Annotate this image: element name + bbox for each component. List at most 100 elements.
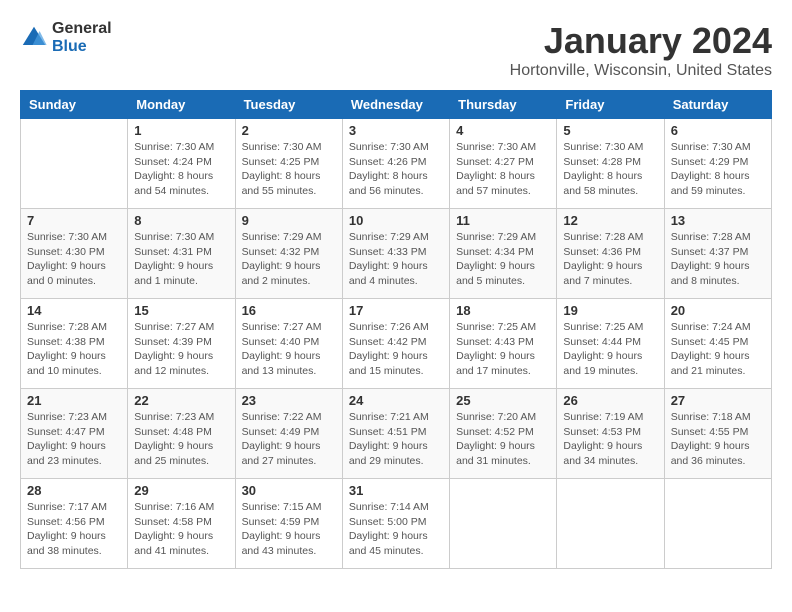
day-info: Sunrise: 7:30 AM Sunset: 4:25 PM Dayligh…: [242, 140, 336, 199]
day-number: 28: [27, 483, 121, 498]
title-area: January 2024 Hortonville, Wisconsin, Uni…: [510, 20, 772, 80]
day-number: 14: [27, 303, 121, 318]
day-number: 20: [671, 303, 765, 318]
calendar-cell: 6 Sunrise: 7:30 AM Sunset: 4:29 PM Daylig…: [664, 119, 771, 209]
day-number: 19: [563, 303, 657, 318]
day-header: Sunday: [21, 91, 128, 119]
day-number: 22: [134, 393, 228, 408]
day-number: 23: [242, 393, 336, 408]
day-info: Sunrise: 7:30 AM Sunset: 4:30 PM Dayligh…: [27, 230, 121, 289]
day-info: Sunrise: 7:15 AM Sunset: 4:59 PM Dayligh…: [242, 500, 336, 559]
day-number: 3: [349, 123, 443, 138]
day-info: Sunrise: 7:26 AM Sunset: 4:42 PM Dayligh…: [349, 320, 443, 379]
day-number: 6: [671, 123, 765, 138]
calendar-cell: 27Sunrise: 7:18 AM Sunset: 4:55 PM Dayli…: [664, 389, 771, 479]
day-info: Sunrise: 7:24 AM Sunset: 4:45 PM Dayligh…: [671, 320, 765, 379]
calendar-cell: 26 Sunrise: 7:19 AM Sunset: 4:53 PM Dayli…: [557, 389, 664, 479]
day-header: Friday: [557, 91, 664, 119]
calendar-cell: 18 Sunrise: 7:25 AM Sunset: 4:43 PM Dayli…: [450, 299, 557, 389]
day-info: Sunrise: 7:30 AM Sunset: 4:24 PM Dayligh…: [134, 140, 228, 199]
calendar-cell: 28Sunrise: 7:17 AM Sunset: 4:56 PM Dayli…: [21, 479, 128, 569]
logo: General Blue: [20, 20, 112, 56]
day-header: Monday: [128, 91, 235, 119]
calendar-cell: [450, 479, 557, 569]
calendar-cell: 29 Sunrise: 7:16 AM Sunset: 4:58 PM Dayli…: [128, 479, 235, 569]
day-number: 4: [456, 123, 550, 138]
calendar-week-row: 28Sunrise: 7:17 AM Sunset: 4:56 PM Dayli…: [21, 479, 772, 569]
calendar-table: SundayMondayTuesdayWednesdayThursdayFrid…: [20, 90, 772, 569]
calendar-cell: 22 Sunrise: 7:23 AM Sunset: 4:48 PM Dayli…: [128, 389, 235, 479]
day-info: Sunrise: 7:30 AM Sunset: 4:31 PM Dayligh…: [134, 230, 228, 289]
day-info: Sunrise: 7:25 AM Sunset: 4:43 PM Dayligh…: [456, 320, 550, 379]
day-info: Sunrise: 7:16 AM Sunset: 4:58 PM Dayligh…: [134, 500, 228, 559]
day-info: Sunrise: 7:28 AM Sunset: 4:36 PM Dayligh…: [563, 230, 657, 289]
day-number: 13: [671, 213, 765, 228]
day-number: 18: [456, 303, 550, 318]
day-info: Sunrise: 7:29 AM Sunset: 4:32 PM Dayligh…: [242, 230, 336, 289]
day-info: Sunrise: 7:23 AM Sunset: 4:47 PM Dayligh…: [27, 410, 121, 469]
day-info: Sunrise: 7:27 AM Sunset: 4:39 PM Dayligh…: [134, 320, 228, 379]
calendar-cell: 15 Sunrise: 7:27 AM Sunset: 4:39 PM Dayli…: [128, 299, 235, 389]
day-header: Thursday: [450, 91, 557, 119]
day-info: Sunrise: 7:19 AM Sunset: 4:53 PM Dayligh…: [563, 410, 657, 469]
day-info: Sunrise: 7:30 AM Sunset: 4:28 PM Dayligh…: [563, 140, 657, 199]
logo-text: General Blue: [52, 20, 112, 56]
calendar-week-row: 21Sunrise: 7:23 AM Sunset: 4:47 PM Dayli…: [21, 389, 772, 479]
location-title: Hortonville, Wisconsin, United States: [510, 62, 772, 80]
day-number: 31: [349, 483, 443, 498]
calendar-cell: 7Sunrise: 7:30 AM Sunset: 4:30 PM Daylig…: [21, 209, 128, 299]
header: General Blue January 2024 Hortonville, W…: [20, 20, 772, 80]
calendar-cell: 10 Sunrise: 7:29 AM Sunset: 4:33 PM Dayli…: [342, 209, 449, 299]
day-info: Sunrise: 7:28 AM Sunset: 4:38 PM Dayligh…: [27, 320, 121, 379]
calendar-cell: 9 Sunrise: 7:29 AM Sunset: 4:32 PM Daylig…: [235, 209, 342, 299]
calendar-cell: 31 Sunrise: 7:14 AM Sunset: 5:00 PM Dayli…: [342, 479, 449, 569]
day-info: Sunrise: 7:14 AM Sunset: 5:00 PM Dayligh…: [349, 500, 443, 559]
day-info: Sunrise: 7:23 AM Sunset: 4:48 PM Dayligh…: [134, 410, 228, 469]
calendar-cell: [557, 479, 664, 569]
day-number: 15: [134, 303, 228, 318]
day-number: 10: [349, 213, 443, 228]
day-number: 9: [242, 213, 336, 228]
month-title: January 2024: [510, 20, 772, 62]
day-number: 5: [563, 123, 657, 138]
day-info: Sunrise: 7:29 AM Sunset: 4:33 PM Dayligh…: [349, 230, 443, 289]
day-info: Sunrise: 7:30 AM Sunset: 4:29 PM Dayligh…: [671, 140, 765, 199]
calendar-week-row: 1 Sunrise: 7:30 AM Sunset: 4:24 PM Daylig…: [21, 119, 772, 209]
calendar-cell: 13 Sunrise: 7:28 AM Sunset: 4:37 PM Dayli…: [664, 209, 771, 299]
day-number: 26: [563, 393, 657, 408]
day-number: 24: [349, 393, 443, 408]
day-info: Sunrise: 7:28 AM Sunset: 4:37 PM Dayligh…: [671, 230, 765, 289]
day-number: 1: [134, 123, 228, 138]
day-info: Sunrise: 7:25 AM Sunset: 4:44 PM Dayligh…: [563, 320, 657, 379]
day-info: Sunrise: 7:21 AM Sunset: 4:51 PM Dayligh…: [349, 410, 443, 469]
calendar-cell: 20 Sunrise: 7:24 AM Sunset: 4:45 PM Dayli…: [664, 299, 771, 389]
calendar-cell: 5 Sunrise: 7:30 AM Sunset: 4:28 PM Daylig…: [557, 119, 664, 209]
day-number: 29: [134, 483, 228, 498]
day-number: 12: [563, 213, 657, 228]
calendar-cell: 23Sunrise: 7:22 AM Sunset: 4:49 PM Dayli…: [235, 389, 342, 479]
calendar-header: SundayMondayTuesdayWednesdayThursdayFrid…: [21, 91, 772, 119]
day-info: Sunrise: 7:18 AM Sunset: 4:55 PM Dayligh…: [671, 410, 765, 469]
calendar-cell: 3 Sunrise: 7:30 AM Sunset: 4:26 PM Daylig…: [342, 119, 449, 209]
calendar-week-row: 7Sunrise: 7:30 AM Sunset: 4:30 PM Daylig…: [21, 209, 772, 299]
day-header: Saturday: [664, 91, 771, 119]
day-info: Sunrise: 7:27 AM Sunset: 4:40 PM Dayligh…: [242, 320, 336, 379]
calendar-cell: 19 Sunrise: 7:25 AM Sunset: 4:44 PM Dayli…: [557, 299, 664, 389]
calendar-cell: 4Sunrise: 7:30 AM Sunset: 4:27 PM Daylig…: [450, 119, 557, 209]
calendar-cell: 24 Sunrise: 7:21 AM Sunset: 4:51 PM Dayli…: [342, 389, 449, 479]
day-header: Wednesday: [342, 91, 449, 119]
day-number: 30: [242, 483, 336, 498]
day-header: Tuesday: [235, 91, 342, 119]
calendar-cell: 1 Sunrise: 7:30 AM Sunset: 4:24 PM Daylig…: [128, 119, 235, 209]
calendar-cell: 16 Sunrise: 7:27 AM Sunset: 4:40 PM Dayli…: [235, 299, 342, 389]
day-info: Sunrise: 7:30 AM Sunset: 4:26 PM Dayligh…: [349, 140, 443, 199]
calendar-cell: 2Sunrise: 7:30 AM Sunset: 4:25 PM Daylig…: [235, 119, 342, 209]
calendar-week-row: 14 Sunrise: 7:28 AM Sunset: 4:38 PM Dayli…: [21, 299, 772, 389]
calendar-cell: 25Sunrise: 7:20 AM Sunset: 4:52 PM Dayli…: [450, 389, 557, 479]
calendar-cell: 17Sunrise: 7:26 AM Sunset: 4:42 PM Dayli…: [342, 299, 449, 389]
calendar-cell: 12 Sunrise: 7:28 AM Sunset: 4:36 PM Dayli…: [557, 209, 664, 299]
calendar-cell: 21Sunrise: 7:23 AM Sunset: 4:47 PM Dayli…: [21, 389, 128, 479]
day-number: 16: [242, 303, 336, 318]
calendar-cell: [21, 119, 128, 209]
day-number: 11: [456, 213, 550, 228]
